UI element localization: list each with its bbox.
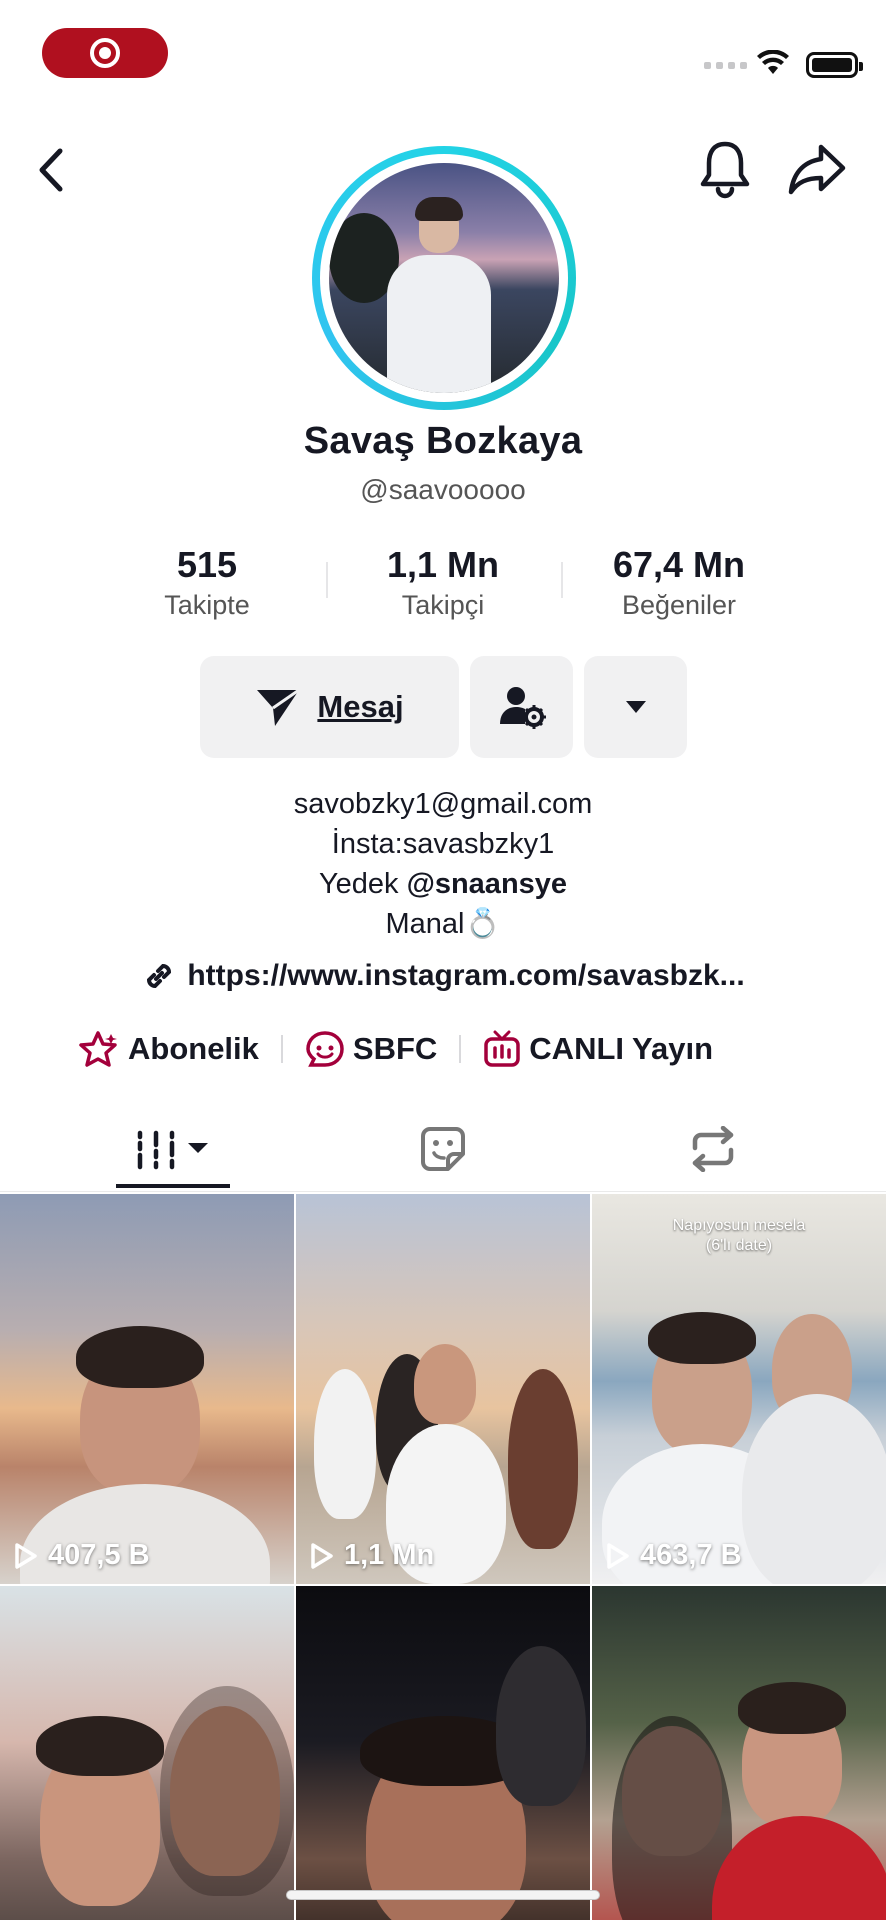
- battery-icon: [806, 52, 863, 78]
- tab-videos[interactable]: [116, 1106, 230, 1192]
- video-thumbnail[interactable]: [296, 1586, 590, 1920]
- play-icon: [15, 1542, 37, 1569]
- back-button[interactable]: [28, 140, 74, 200]
- video-thumbnail[interactable]: 407,5 B: [0, 1194, 294, 1584]
- stat-following[interactable]: 515 Takipte: [97, 544, 317, 621]
- bio-mention-link[interactable]: @snaansye: [407, 868, 567, 900]
- profile-avatar[interactable]: [312, 146, 576, 410]
- profile-bio: savobzky1@gmail.com İnsta:savasbzky1 Yed…: [0, 784, 886, 944]
- more-options-button[interactable]: [584, 656, 687, 758]
- status-bar: [0, 0, 886, 110]
- link-icon: [147, 963, 172, 989]
- fan-club-icon: [306, 1031, 344, 1067]
- video-views: 463,7 B: [606, 1539, 742, 1572]
- share-button[interactable]: [784, 138, 850, 200]
- video-thumbnail[interactable]: Napıyosun mesela (6'lı date) 463,7 B: [592, 1194, 886, 1584]
- home-indicator[interactable]: [286, 1890, 600, 1900]
- wifi-icon: [757, 50, 789, 74]
- stat-likes[interactable]: 67,4 Mn Beğeniler: [569, 544, 789, 621]
- play-icon: [607, 1542, 629, 1569]
- active-tab-indicator: [116, 1184, 230, 1188]
- video-views: 407,5 B: [14, 1539, 150, 1572]
- video-views: 1,1 Mn: [310, 1539, 434, 1572]
- video-thumbnail[interactable]: [0, 1586, 294, 1920]
- subscription-button[interactable]: Abonelik: [78, 1030, 259, 1068]
- message-button[interactable]: Mesaj: [200, 656, 459, 758]
- bio-backup-account: Yedek @snaansye: [318, 868, 568, 900]
- chevron-left-icon: [39, 148, 63, 192]
- tab-divider: [0, 1191, 886, 1192]
- bio-instagram: İnsta:savasbzky1: [331, 828, 555, 860]
- stat-followers[interactable]: 1,1 Mn Takipçi: [333, 544, 553, 621]
- friend-settings-button[interactable]: [470, 656, 573, 758]
- sticker-icon: [421, 1127, 465, 1171]
- tab-stickers[interactable]: [400, 1106, 486, 1192]
- tab-reposts[interactable]: [670, 1106, 756, 1192]
- profile-link[interactable]: https://www.instagram.com/savasbzk...: [0, 958, 886, 994]
- bell-icon: [700, 141, 750, 199]
- star-badge-icon: [79, 1031, 117, 1067]
- video-thumbnail[interactable]: [592, 1586, 886, 1920]
- screen-recording-indicator[interactable]: [42, 28, 168, 78]
- user-settings-icon: [499, 687, 546, 729]
- repost-icon: [692, 1126, 734, 1172]
- profile-handle: @saavooooo: [360, 474, 526, 505]
- stat-divider: [326, 562, 328, 598]
- avatar-photo: [329, 163, 559, 393]
- profile-tabs: [0, 1106, 886, 1192]
- caret-down-icon: [625, 701, 646, 713]
- record-icon: [90, 38, 120, 68]
- feature-divider: [280, 1035, 283, 1063]
- bio-email: savobzky1@gmail.com: [293, 788, 593, 820]
- feature-divider: [459, 1035, 462, 1063]
- profile-features: Abonelik SBFC CANLI Yayın: [78, 1026, 713, 1072]
- videos-grid-icon: [137, 1130, 208, 1170]
- live-tv-icon: [484, 1030, 521, 1067]
- share-arrow-icon: [788, 144, 846, 195]
- profile-name: Savaş Bozkaya: [303, 420, 583, 462]
- video-caption: Napıyosun mesela (6'lı date): [672, 1217, 806, 1254]
- live-button[interactable]: CANLI Yayın: [483, 1030, 713, 1068]
- bio-line: Manal💍: [385, 908, 501, 940]
- play-icon: [311, 1542, 333, 1569]
- cellular-signal-icon: [704, 62, 747, 69]
- send-icon: [257, 688, 301, 726]
- notifications-button[interactable]: [694, 136, 756, 202]
- profile-stats: 515 Takipte 1,1 Mn Takipçi 67,4 Mn Beğen…: [0, 544, 886, 624]
- video-thumbnail[interactable]: 1,1 Mn: [296, 1194, 590, 1584]
- profile-link-text: https://www.instagram.com/savasbzk...: [187, 959, 745, 992]
- stat-divider: [561, 562, 563, 598]
- fan-club-button[interactable]: SBFC: [305, 1030, 437, 1068]
